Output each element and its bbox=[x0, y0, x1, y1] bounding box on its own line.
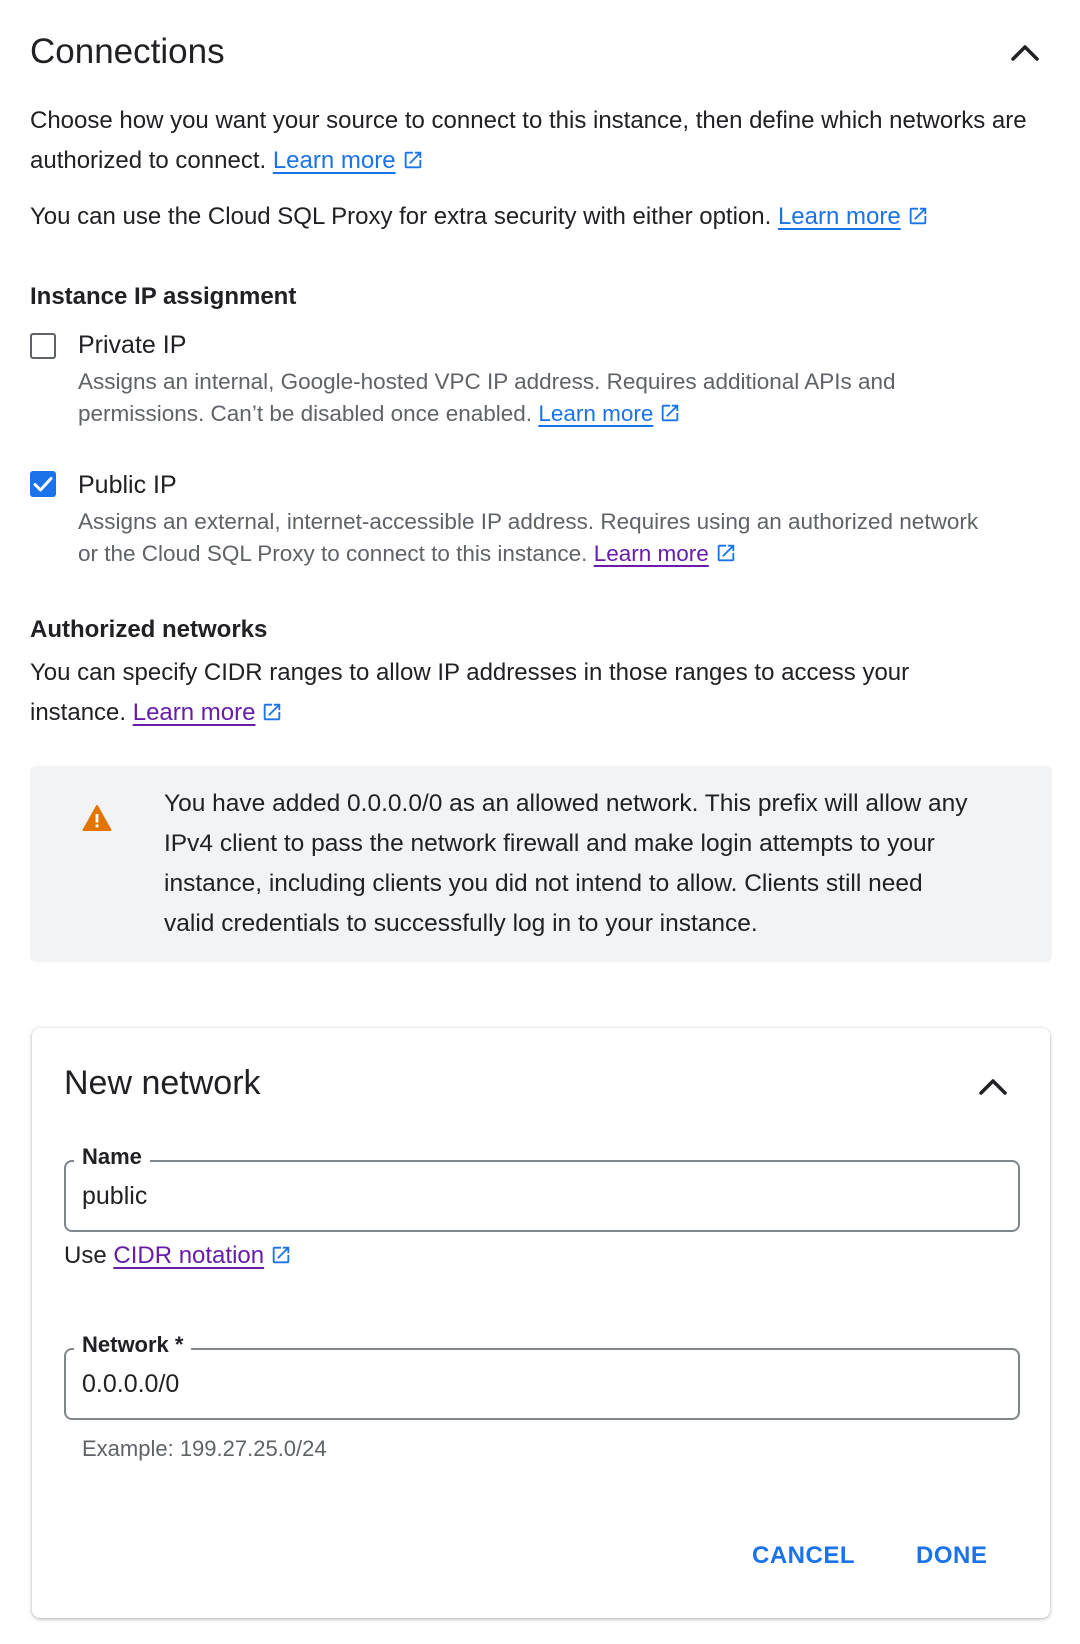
chevron-up-icon bbox=[979, 1079, 1007, 1095]
intro-learn-more-link[interactable]: Learn more bbox=[273, 147, 396, 174]
public-ip-label: Public IP bbox=[78, 471, 177, 499]
new-network-card: New network public Name Use CIDR notatio… bbox=[32, 1028, 1050, 1618]
done-button[interactable]: DONE bbox=[916, 1542, 987, 1570]
intro-text: Choose how you want your source to conne… bbox=[30, 107, 1027, 174]
network-field-label: Network * bbox=[74, 1332, 192, 1358]
private-ip-label: Private IP bbox=[78, 331, 187, 359]
external-link-icon bbox=[717, 544, 735, 562]
warning-text-3: instance, including clients you did not … bbox=[164, 870, 923, 897]
name-input[interactable]: public bbox=[82, 1182, 147, 1211]
new-network-title: New network bbox=[64, 1064, 261, 1102]
network-field[interactable]: 0.0.0.0/0 bbox=[64, 1348, 1020, 1420]
check-icon bbox=[33, 477, 53, 492]
cidr-prefix: Use bbox=[64, 1242, 107, 1269]
warning-icon bbox=[82, 805, 112, 831]
warning-text-1: You have added 0.0.0.0/0 as an allowed n… bbox=[164, 790, 968, 817]
private-ip-desc-2: permissions. Can’t be disabled once enab… bbox=[78, 398, 681, 430]
external-link-icon bbox=[272, 1246, 290, 1264]
chevron-up-icon bbox=[1011, 45, 1039, 61]
proxy-text: You can use the Cloud SQL Proxy for extr… bbox=[30, 203, 772, 230]
private-ip-desc-text: permissions. Can’t be disabled once enab… bbox=[78, 401, 533, 426]
connections-intro: Choose how you want your source to conne… bbox=[30, 101, 1030, 181]
name-field-label: Name bbox=[74, 1144, 150, 1170]
private-ip-desc-1: Assigns an internal, Google-hosted VPC I… bbox=[78, 369, 896, 394]
private-ip-checkbox[interactable] bbox=[30, 333, 56, 359]
collapse-connections-button[interactable] bbox=[1010, 42, 1040, 66]
public-ip-desc-1: Assigns an external, internet-accessible… bbox=[78, 509, 979, 534]
authorized-networks-heading: Authorized networks bbox=[30, 616, 268, 643]
warning-banner: You have added 0.0.0.0/0 as an allowed n… bbox=[30, 766, 1052, 962]
section-title: Connections bbox=[30, 32, 225, 71]
authorized-networks-learn-more-link[interactable]: Learn more bbox=[133, 699, 256, 726]
external-link-icon bbox=[909, 207, 926, 225]
authorized-networks-text-2: instance. Learn more bbox=[30, 693, 283, 733]
warning-text-4: valid credentials to successfully log in… bbox=[164, 910, 758, 937]
public-ip-learn-more-link[interactable]: Learn more bbox=[594, 541, 709, 566]
proxy-learn-more-link[interactable]: Learn more bbox=[778, 203, 901, 230]
network-example-hint: Example: 199.27.25.0/24 bbox=[82, 1436, 327, 1461]
ip-assignment-heading: Instance IP assignment bbox=[30, 283, 297, 310]
external-link-icon bbox=[404, 151, 421, 169]
external-link-icon bbox=[264, 703, 281, 721]
collapse-new-network-button[interactable] bbox=[978, 1076, 1010, 1100]
authorized-networks-text-1: You can specify CIDR ranges to allow IP … bbox=[30, 659, 910, 686]
cidr-hint: Use CIDR notation bbox=[64, 1236, 292, 1276]
warning-text-2: IPv4 client to pass the network firewall… bbox=[164, 830, 935, 857]
name-field[interactable]: public bbox=[64, 1160, 1020, 1232]
private-ip-learn-more-link[interactable]: Learn more bbox=[538, 401, 653, 426]
public-ip-desc-2: or the Cloud SQL Proxy to connect to thi… bbox=[78, 538, 737, 570]
public-ip-desc-text: or the Cloud SQL Proxy to connect to thi… bbox=[78, 541, 588, 566]
cidr-notation-link[interactable]: CIDR notation bbox=[113, 1242, 264, 1269]
public-ip-checkbox[interactable] bbox=[30, 471, 56, 497]
network-input[interactable]: 0.0.0.0/0 bbox=[82, 1370, 179, 1399]
cancel-button[interactable]: CANCEL bbox=[752, 1542, 855, 1570]
authorized-networks-text: instance. bbox=[30, 699, 127, 726]
external-link-icon bbox=[662, 404, 679, 422]
proxy-note: You can use the Cloud SQL Proxy for extr… bbox=[30, 197, 1070, 237]
